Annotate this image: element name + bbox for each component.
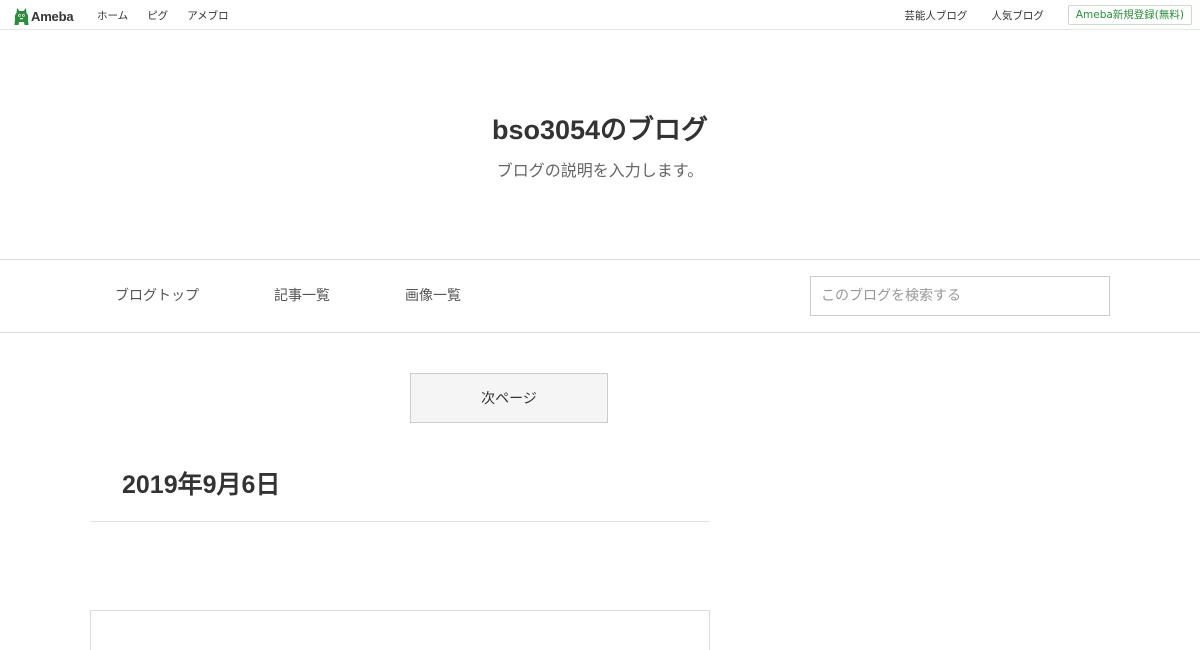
ameba-logo[interactable]: Ameba — [14, 6, 74, 26]
logo-text: Ameba — [31, 8, 74, 24]
next-page-button[interactable]: 次ページ — [410, 373, 608, 423]
nav-celebrity-blog-link[interactable]: 芸能人ブログ — [904, 8, 967, 23]
image-list-link[interactable]: 画像一覧 — [405, 260, 461, 332]
blog-description: ブログの説明を入力します。 — [496, 161, 704, 180]
blog-search-input[interactable] — [810, 276, 1110, 316]
blog-title[interactable]: bso3054のブログ — [0, 108, 1200, 147]
nav-pigg-link[interactable]: ピグ — [147, 8, 168, 23]
date-divider — [90, 521, 710, 522]
article-card — [90, 610, 710, 650]
nav-ameblo-link[interactable]: アメブロ — [187, 8, 228, 23]
nav-home-link[interactable]: ホーム — [97, 8, 128, 23]
nav-popular-blog-link[interactable]: 人気ブログ — [991, 8, 1044, 23]
global-nav-right: 芸能人ブログ 人気ブログ Ameba新規登録(無料) — [904, 0, 1192, 30]
blog-nav: ブログトップ 記事一覧 画像一覧 — [0, 259, 1200, 333]
ameba-mascot-icon — [14, 7, 29, 25]
date-heading: 2019年9月6日 — [122, 471, 281, 499]
register-button[interactable]: Ameba新規登録(無料) — [1067, 5, 1192, 25]
blog-top-link[interactable]: ブログトップ — [115, 260, 199, 332]
article-list-link[interactable]: 記事一覧 — [274, 260, 330, 332]
global-nav-left: ホーム ピグ アメブロ — [97, 0, 248, 30]
global-header: Ameba ホーム ピグ アメブロ 芸能人ブログ 人気ブログ Ameba新規登録… — [0, 0, 1200, 30]
